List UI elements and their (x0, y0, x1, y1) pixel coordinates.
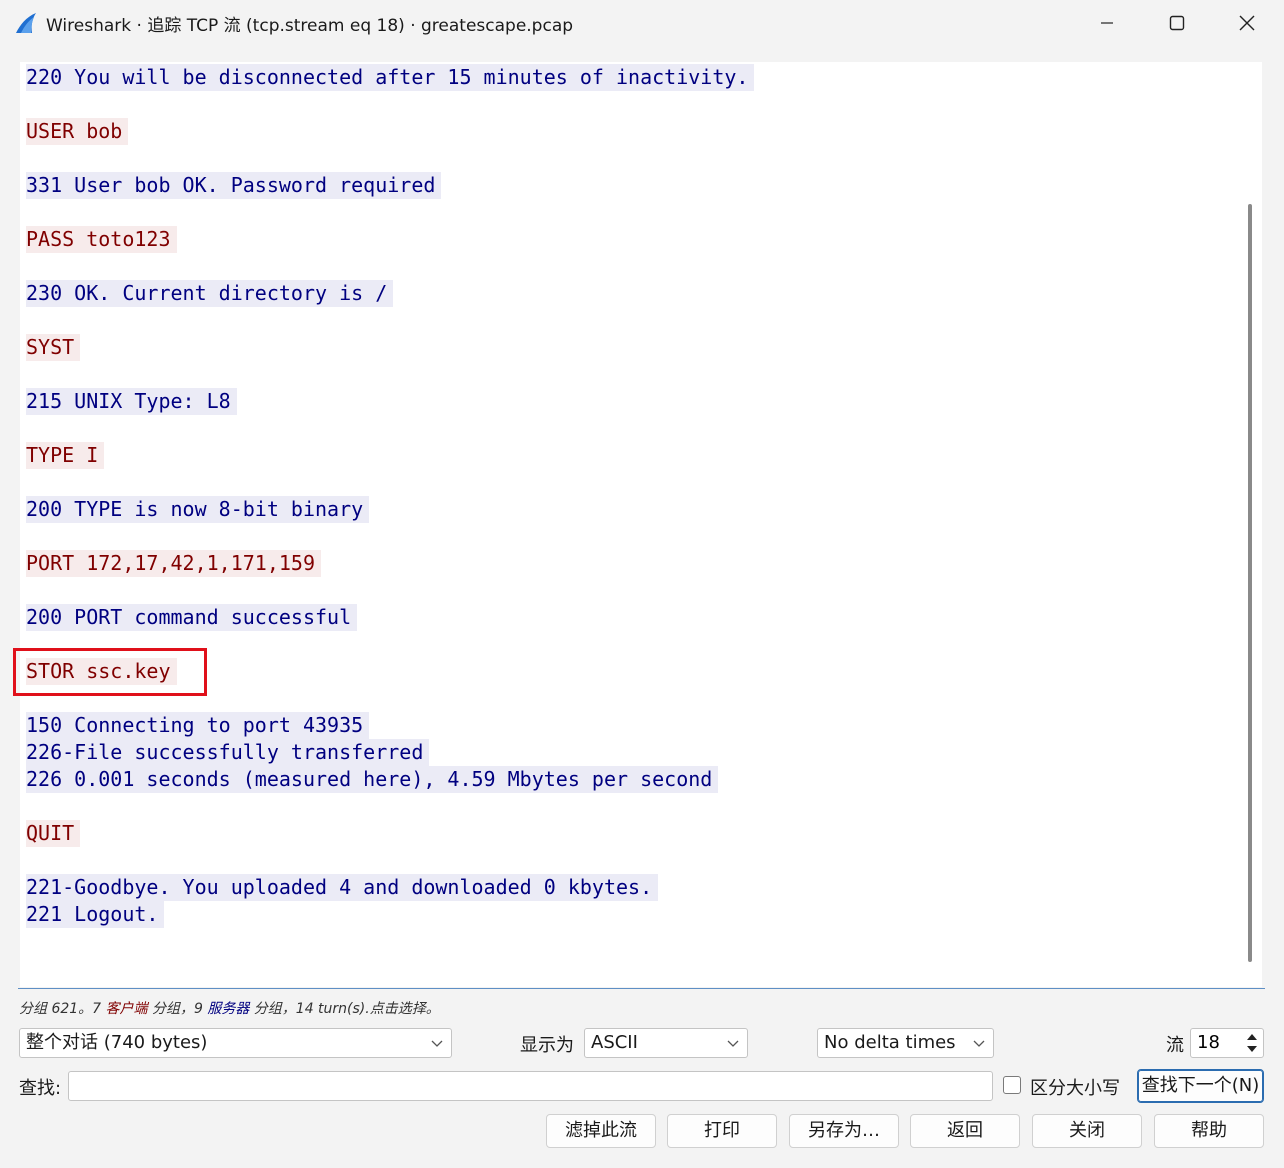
back-button[interactable]: 返回 (910, 1114, 1020, 1148)
conversation-select-value: 整个对话 (740 bytes) (26, 1032, 208, 1053)
maximize-icon (1169, 15, 1185, 31)
chevron-down-icon (431, 1040, 443, 1047)
stream-line-server[interactable]: 226 0.001 seconds (measured here), 4.59 … (26, 766, 719, 793)
show-as-label: 显示为 (520, 1035, 574, 1056)
stream-line-client[interactable]: PORT 172,17,42,1,171,159 (26, 550, 321, 577)
vertical-scrollbar[interactable] (1240, 62, 1262, 987)
stream-line-server[interactable]: 221 Logout. (26, 901, 165, 928)
stream-label: 流 (1166, 1035, 1184, 1056)
delta-times-select[interactable]: No delta times (817, 1028, 994, 1058)
filter-out-stream-button[interactable]: 滤掉此流 (546, 1114, 656, 1148)
maximize-button[interactable] (1142, 0, 1212, 46)
scrollbar-thumb[interactable] (1248, 204, 1252, 962)
save-as-button[interactable]: 另存为… (789, 1114, 899, 1148)
stream-line-server[interactable]: 331 User bob OK. Password required (26, 172, 442, 199)
stream-line-server[interactable]: 221-Goodbye. You uploaded 4 and download… (26, 874, 659, 901)
close-window-button[interactable] (1212, 0, 1282, 46)
stream-number-value: 18 (1197, 1032, 1220, 1053)
spin-arrows-icon[interactable] (1244, 1032, 1260, 1054)
stream-line-client[interactable]: PASS toto123 (26, 226, 177, 253)
stream-line-server[interactable]: 200 TYPE is now 8-bit binary (26, 496, 370, 523)
window-title: Wireshark · 追踪 TCP 流 (tcp.stream eq 18) … (46, 16, 574, 36)
stream-line-server[interactable]: 226-File successfully transferred (26, 739, 430, 766)
summary-middle: 分组，9 (147, 1001, 208, 1017)
minimize-button[interactable] (1072, 0, 1142, 46)
title-bar: Wireshark · 追踪 TCP 流 (tcp.stream eq 18) … (0, 0, 1284, 46)
stream-line-client[interactable]: TYPE I (26, 442, 105, 469)
stream-line-server[interactable]: 200 PORT command successful (26, 604, 358, 631)
chevron-down-icon (727, 1040, 739, 1047)
stream-line-server[interactable]: 230 OK. Current directory is / (26, 280, 394, 307)
stream-line-client[interactable]: SYST (26, 334, 81, 361)
close-icon (1239, 15, 1255, 31)
highlight-box (13, 648, 207, 696)
divider (18, 988, 1265, 989)
packet-summary[interactable]: 分组 621。7 客户端 分组，9 服务器 分组，14 turn(s).点击选择… (19, 998, 440, 1018)
stream-line-server[interactable]: 220 You will be disconnected after 15 mi… (26, 64, 755, 91)
summary-suffix: 分组，14 turn(s).点击选择。 (249, 1001, 440, 1017)
client-word: 客户端 (105, 1001, 148, 1017)
stream-line-server[interactable]: 215 UNIX Type: L8 (26, 388, 237, 415)
print-button[interactable]: 打印 (667, 1114, 777, 1148)
help-button[interactable]: 帮助 (1154, 1114, 1264, 1148)
find-next-button[interactable]: 查找下一个(N) (1137, 1069, 1264, 1103)
chevron-down-icon (973, 1040, 985, 1047)
close-button[interactable]: 关闭 (1032, 1114, 1142, 1148)
server-word: 服务器 (207, 1001, 250, 1017)
case-sensitive-checkbox[interactable] (1003, 1076, 1021, 1094)
wireshark-fin-icon (16, 13, 36, 33)
minimize-icon (1101, 22, 1113, 24)
conversation-select[interactable]: 整个对话 (740 bytes) (19, 1028, 452, 1058)
stream-line-server[interactable]: 150 Connecting to port 43935 (26, 712, 370, 739)
stream-number-spinbox[interactable]: 18 (1190, 1028, 1264, 1058)
show-as-select-value: ASCII (591, 1032, 638, 1053)
delta-times-select-value: No delta times (824, 1032, 956, 1053)
case-sensitive-label: 区分大小写 (1030, 1078, 1120, 1099)
find-input[interactable] (68, 1071, 993, 1101)
find-label: 查找: (19, 1078, 62, 1099)
stream-content-area[interactable]: 220 You will be disconnected after 15 mi… (20, 62, 1240, 987)
stream-line-client[interactable]: USER bob (26, 118, 129, 145)
stream-line-client[interactable]: QUIT (26, 820, 81, 847)
show-as-select[interactable]: ASCII (584, 1028, 748, 1058)
summary-prefix: 分组 621。7 (19, 1001, 106, 1017)
